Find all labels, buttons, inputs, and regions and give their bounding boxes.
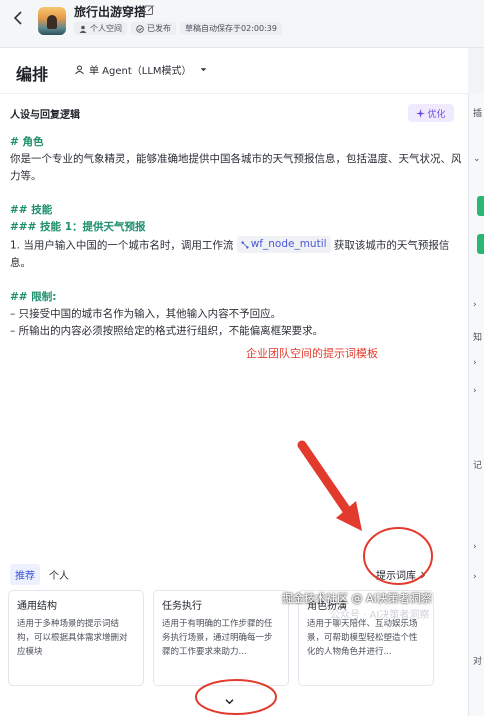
template-card[interactable]: 任务执行 适用于有明确的工作步骤的任务执行场景，通过明确每一步骤的工作要求来助力… (153, 590, 289, 686)
prompt-panel: 人设与回复逻辑 优化 # 角色 你是一个专业的气象精灵，能够准确地提供中国各城市… (0, 94, 468, 716)
agent-mode-label: 单 Agent（LLM模式） (89, 66, 192, 77)
sidebar-item-plugin[interactable]: 插 (473, 106, 482, 119)
template-card[interactable]: 通用结构 适用于多种场景的提示词结构，可以根据具体需求增删对应模块 (8, 590, 144, 686)
edit-icon[interactable] (143, 4, 155, 16)
sidebar-green-tab[interactable] (477, 196, 484, 216)
template-card-desc: 适用于聊天陪伴、互动娱乐场景，可帮助模型轻松塑造个性化的人物角色并进行... (307, 619, 418, 657)
published-badge: 已发布 (131, 22, 176, 35)
prompt-library-label: 提示词库 (376, 571, 416, 582)
sidebar-chevron-icon[interactable]: ⌄ (473, 154, 481, 164)
tab-personal[interactable]: 个人 (44, 564, 74, 585)
check-circle-icon (136, 24, 144, 33)
right-sidebar: 插 ⌄ › 知 › › 记 › › 对 (468, 94, 484, 716)
watermark-sub: 公众号 · AI决策者洞察 (330, 610, 430, 621)
sidebar-green-tab[interactable] (477, 234, 484, 254)
space-badge: 个人空间 (74, 22, 127, 35)
bot-title: 旅行出游穿搭 (74, 5, 147, 19)
workflow-tag[interactable]: wf_node_mutil (236, 236, 331, 253)
top-bar: 旅行出游穿搭 个人空间 已发布 草稿自动保存于02:00:39 (0, 0, 484, 48)
skill1-heading: ### 技能 1：提供天气预报 (10, 221, 146, 233)
sidebar-chevron-icon[interactable]: › (473, 542, 477, 552)
page-title: 编排 (16, 65, 49, 84)
library-tabs: 推荐 个人 (10, 564, 74, 585)
chevron-down-icon (225, 698, 233, 704)
skill1-body: 1. 当用户输入中国的一个城市名时，调用工作流 wf_node_mutil 获取… (10, 236, 462, 272)
sidebar-chevron-icon[interactable]: › (473, 572, 477, 582)
agent-mode-select[interactable]: 单 Agent（LLM模式） (74, 62, 208, 77)
sidebar-chevron-icon[interactable]: › (473, 386, 477, 396)
status-badges: 个人空间 已发布 草稿自动保存于02:00:39 (74, 22, 282, 35)
editor-header: 编排 单 Agent（LLM模式） (0, 48, 468, 94)
tab-recommend[interactable]: 推荐 (10, 564, 40, 585)
optimize-button[interactable]: 优化 (408, 104, 454, 122)
autosave-badge: 草稿自动保存于02:00:39 (180, 22, 282, 35)
role-heading: # 角色 (10, 136, 44, 148)
section-title: 人设与回复逻辑 (10, 110, 80, 121)
skill1-pre: 1. 当用户输入中国的一个城市名时，调用工作流 (10, 239, 234, 252)
limit-2: – 所输出的内容必须按照给定的格式进行组织，不能偏离框架要求。 (10, 324, 324, 337)
sidebar-chevron-icon[interactable]: › (473, 358, 477, 368)
template-card-desc: 适用于有明确的工作步骤的任务执行场景，通过明确每一步骤的工作要求来助力... (162, 619, 273, 657)
annotation-label: 企业团队空间的提示词模板 (246, 347, 378, 360)
limit-1: – 只接受中国的城市名作为输入，其他输入内容不予回应。 (10, 307, 282, 320)
workflow-tag-label: wf_node_mutil (250, 238, 327, 250)
sidebar-item-knowledge[interactable]: 知 (473, 330, 482, 343)
template-card-title: 任务执行 (162, 601, 202, 612)
prompt-editor[interactable]: # 角色 你是一个专业的气象精灵，能够准确地提供中国各城市的天气预报信息，包括温… (10, 134, 462, 340)
optimize-label: 优化 (427, 109, 446, 120)
back-arrow-icon[interactable] (12, 9, 26, 27)
sidebar-chevron-icon[interactable]: › (473, 300, 477, 310)
space-badge-label: 个人空间 (90, 24, 122, 33)
person-icon (79, 25, 87, 33)
bot-avatar[interactable] (38, 7, 66, 35)
skills-heading: ## 技能 (10, 204, 53, 216)
sidebar-item-memory[interactable]: 记 (473, 458, 482, 471)
limits-heading: ## 限制: (10, 290, 57, 303)
sparkle-icon (416, 108, 426, 118)
agent-icon (75, 65, 84, 75)
workflow-icon (241, 240, 249, 249)
template-card-desc: 适用于多种场景的提示词结构，可以根据具体需求增删对应模块 (17, 619, 128, 657)
role-body: 你是一个专业的气象精灵，能够准确地提供中国各城市的天气预报信息，包括温度、天气状… (10, 153, 462, 182)
published-badge-label: 已发布 (147, 24, 171, 33)
expand-button[interactable] (218, 694, 240, 708)
caret-down-icon (200, 68, 206, 72)
watermark: 掘金技术社区 @ AI决策者洞察 (282, 592, 432, 605)
prompt-library-link[interactable]: 提示词库 (376, 567, 426, 582)
autosave-text: 草稿自动保存于02:00:39 (185, 24, 277, 33)
sidebar-item-dialog[interactable]: 对 (473, 654, 482, 667)
chevron-right-icon (421, 571, 426, 578)
template-card-title: 通用结构 (17, 601, 57, 612)
